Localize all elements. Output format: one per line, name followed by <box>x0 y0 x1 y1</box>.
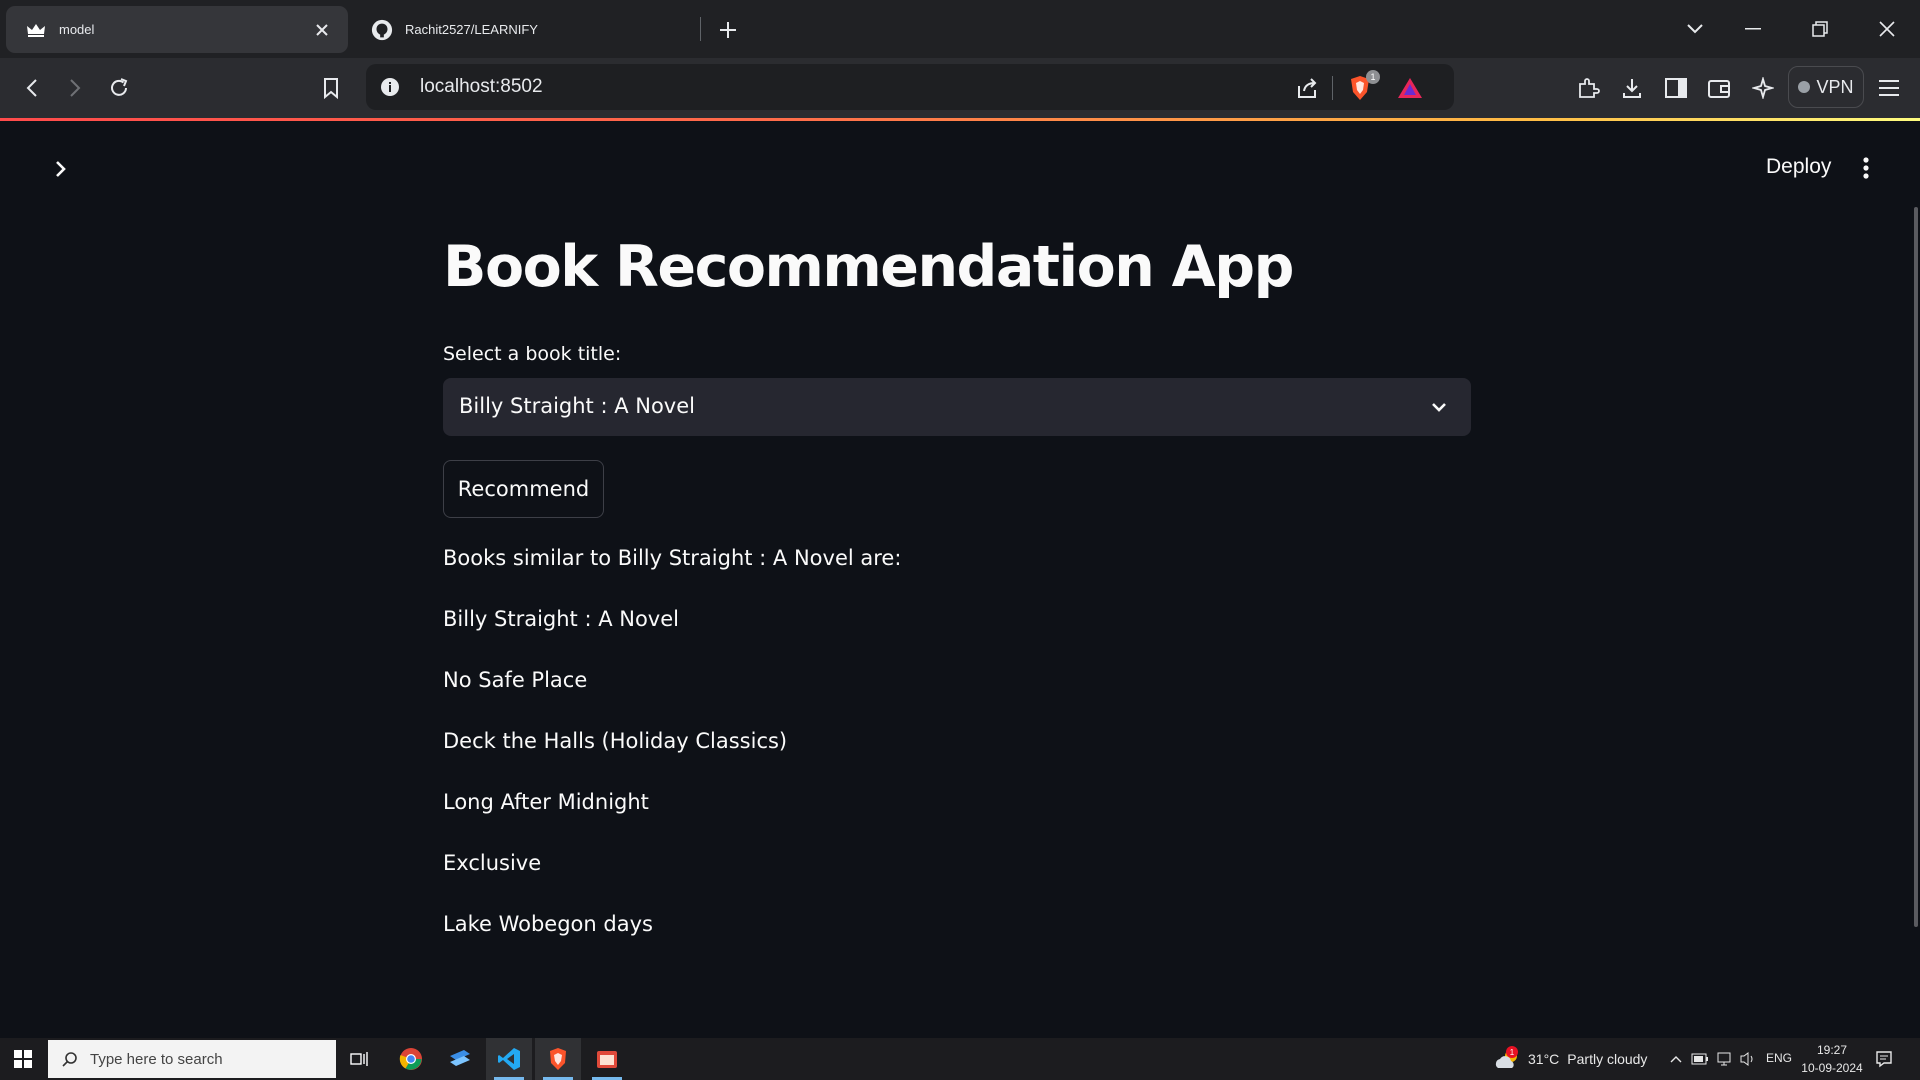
clock-time: 19:27 <box>1816 1043 1848 1057</box>
hamburger-menu-icon[interactable] <box>1873 72 1905 104</box>
reload-icon[interactable] <box>103 72 135 104</box>
language-indicator[interactable]: ENG <box>1766 1051 1792 1065</box>
tab-model[interactable]: model <box>6 6 348 53</box>
weather-temp: 31°C <box>1528 1051 1560 1067</box>
leo-ai-icon[interactable] <box>1747 72 1779 104</box>
download-icon[interactable] <box>1616 72 1648 104</box>
recommend-button[interactable]: Recommend <box>443 460 604 518</box>
more-vert-icon[interactable] <box>1852 153 1880 183</box>
notification-center-icon[interactable] <box>1874 1049 1894 1069</box>
streamlit-crown-icon <box>25 19 47 41</box>
chevron-right-icon[interactable] <box>48 156 74 182</box>
wallet-icon[interactable] <box>1703 72 1735 104</box>
search-placeholder: Type here to search <box>90 1050 223 1068</box>
volume-icon[interactable] <box>1738 1049 1758 1069</box>
weather-condition: Partly cloudy <box>1567 1051 1648 1067</box>
extensions-icon[interactable] <box>1572 72 1604 104</box>
browser-tab-bar: model Rachit2527/LEARNIFY <box>0 0 1920 58</box>
new-tab-icon[interactable] <box>713 15 743 45</box>
network-icon[interactable] <box>1714 1049 1734 1069</box>
chrome-icon[interactable] <box>388 1038 434 1080</box>
system-clock[interactable]: 19:27 10-09-2024 <box>1800 1041 1864 1077</box>
partly-cloudy-icon: 1 <box>1494 1046 1520 1070</box>
list-item: Billy Straight : A Novel <box>443 607 679 631</box>
task-view-icon[interactable] <box>336 1038 382 1080</box>
tab-title: model <box>59 22 95 37</box>
windows-taskbar: Type here to search 1 31°C Partly cloudy… <box>0 1038 1920 1080</box>
address-bar[interactable]: localhost:8502 1 <box>366 64 1454 110</box>
vscode-icon[interactable] <box>486 1038 532 1080</box>
close-window-icon[interactable] <box>1872 14 1902 44</box>
deploy-button[interactable]: Deploy <box>1752 149 1845 185</box>
browser-toolbar: localhost:8502 1 VPN <box>0 58 1920 118</box>
github-icon <box>371 19 393 41</box>
tab-divider <box>700 17 701 41</box>
brave-browser-icon[interactable] <box>535 1038 581 1080</box>
chevron-down-icon[interactable] <box>1427 395 1451 419</box>
list-item: Deck the Halls (Holiday Classics) <box>443 729 788 753</box>
recommendation-list: Billy Straight : A Novel No Safe Place D… <box>443 607 787 973</box>
list-item: No Safe Place <box>443 668 588 692</box>
tab-title: Rachit2527/LEARNIFY <box>405 22 538 37</box>
weather-alert-badge: 1 <box>1506 1046 1518 1058</box>
search-icon <box>60 1049 80 1069</box>
book-title-select[interactable]: Billy Straight : A Novel <box>443 378 1471 436</box>
vpn-status-icon <box>1798 81 1811 93</box>
file-transfer-app-icon[interactable] <box>437 1038 483 1080</box>
minimize-icon[interactable] <box>1738 14 1768 44</box>
bookmark-icon[interactable] <box>315 72 347 104</box>
list-item: Long After Midnight <box>443 790 649 814</box>
brave-rewards-icon[interactable] <box>1396 74 1424 102</box>
chevron-up-icon[interactable] <box>1666 1049 1686 1069</box>
url-text: localhost:8502 <box>420 76 543 97</box>
selected-value: Billy Straight : A Novel <box>459 394 695 418</box>
omnibox-divider <box>1332 76 1333 100</box>
tab-search-chevron-icon[interactable] <box>1680 14 1710 44</box>
weather-widget[interactable]: 1 31°C Partly cloudy <box>1494 1038 1647 1080</box>
back-icon[interactable] <box>16 72 48 104</box>
site-info-icon[interactable] <box>378 75 402 99</box>
app-window-icon[interactable] <box>584 1038 630 1080</box>
restore-icon[interactable] <box>1805 14 1835 44</box>
list-item: Lake Wobegon days <box>443 912 653 936</box>
share-icon[interactable] <box>1293 74 1321 102</box>
streamlit-app: Deploy Book Recommendation App Select a … <box>0 121 1920 1038</box>
vpn-button[interactable]: VPN <box>1788 66 1864 108</box>
vpn-label: VPN <box>1816 76 1854 97</box>
scrollbar[interactable] <box>1914 207 1918 927</box>
taskbar-search-input[interactable]: Type here to search <box>48 1040 336 1078</box>
sidebar-toggle-icon[interactable] <box>1660 72 1692 104</box>
clock-date: 10-09-2024 <box>1801 1061 1863 1075</box>
forward-icon[interactable] <box>59 72 91 104</box>
windows-start-icon[interactable] <box>0 1038 46 1080</box>
results-heading: Books similar to Billy Straight : A Nove… <box>443 546 902 570</box>
tab-github[interactable]: Rachit2527/LEARNIFY <box>352 6 700 53</box>
select-label: Select a book title: <box>443 343 622 365</box>
page-title: Book Recommendation App <box>443 234 1294 300</box>
shields-count-badge: 1 <box>1366 70 1380 84</box>
battery-icon[interactable] <box>1690 1049 1710 1069</box>
list-item: Exclusive <box>443 851 542 875</box>
brave-shields-icon[interactable]: 1 <box>1346 70 1380 102</box>
close-tab-icon[interactable] <box>310 18 334 42</box>
